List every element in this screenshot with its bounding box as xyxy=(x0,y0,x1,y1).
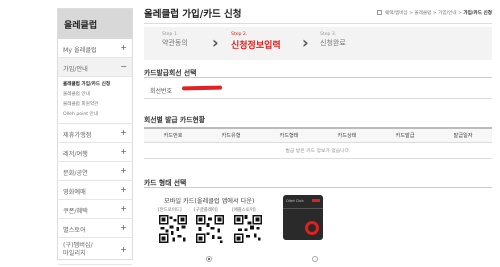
sidebar-subitem-guide[interactable]: 올레클럽 안내 xyxy=(63,90,132,100)
step-label: 신청완료 xyxy=(320,39,346,47)
step-number: Step 3. xyxy=(320,32,337,37)
qr-label-apple: [애플스토어] xyxy=(232,208,256,213)
sidebar-subitem-card-apply[interactable]: 올레클럽 가입/카드 신청 xyxy=(63,80,132,90)
sidebar-item-partners[interactable]: 제휴가맹점 + xyxy=(58,124,132,143)
step-label: 약관동의 xyxy=(162,39,188,47)
column-header: 카드번호 xyxy=(144,128,202,143)
breadcrumb: 쉐택/멤버십 > 올레클럽 > 가입/안내 > 가입/카드 신청 xyxy=(376,10,492,16)
sidebar-item-label: (구)멤버십/ xyxy=(63,242,93,249)
line-number-label: 회선번호 xyxy=(150,88,173,95)
qr-code-icon[interactable] xyxy=(196,215,224,243)
sidebar-item-my-olleh-club[interactable]: My 올레클럽 + xyxy=(58,39,132,58)
plus-icon: + xyxy=(120,245,127,254)
step-1: Step 1. 약관동의 xyxy=(162,32,188,48)
column-header: 카드상태 xyxy=(318,128,376,143)
sidebar-title: 올레클럽 xyxy=(58,9,132,39)
column-header: 카드유형 xyxy=(202,128,260,143)
section-title-card-status: 회선별 발급 카드현황 xyxy=(144,116,206,124)
qr-label-google: [구글플레이] xyxy=(194,208,218,213)
plus-icon: + xyxy=(120,223,127,232)
sidebar-item-coupon[interactable]: 쿠폰/혜택 + xyxy=(58,200,132,219)
qr-code-icon[interactable] xyxy=(234,215,262,243)
home-icon[interactable] xyxy=(376,10,382,15)
card-brand: Olleh Club xyxy=(286,199,304,203)
step-indicator: Step 1. 약관동의 › Step 2. 신청정보입력 › Step 3. … xyxy=(144,27,492,60)
sidebar-item-label-line2: 마일리지 xyxy=(63,250,86,257)
chevron-right-icon: › xyxy=(212,33,219,52)
olleh-club-card-image[interactable]: Olleh Club xyxy=(283,195,323,240)
column-header: 발급일자 xyxy=(434,128,492,143)
sidebar-item-label: 별스토어 xyxy=(63,227,86,234)
sidebar-item-leisure[interactable]: 레저/여행 + xyxy=(58,143,132,162)
olleh-logo-icon xyxy=(305,221,319,235)
plus-icon: + xyxy=(120,128,127,137)
minus-icon: − xyxy=(120,62,127,71)
divider xyxy=(144,77,492,78)
card-stripe xyxy=(283,208,323,209)
sidebar-item-culture[interactable]: 문화/공연 + xyxy=(58,162,132,181)
section-title-card-type: 카드 형태 선택 xyxy=(144,179,187,187)
sidebar-subitem-terms[interactable]: 올레클럽 회원약관 xyxy=(63,100,132,110)
breadcrumb-item[interactable]: 올레클럽 xyxy=(414,11,431,16)
section-title-line-select: 카드발급회선 선택 xyxy=(144,69,197,77)
step-3: Step 3. 신청완료 xyxy=(320,32,346,48)
sidebar-item-label: 쿠폰/혜택 xyxy=(63,208,88,215)
column-header: 카드형태 xyxy=(260,128,318,143)
empty-message: 발급 받은 카드 정보가 없습니다. xyxy=(144,142,492,159)
sidebar-item-label: 레저/여행 xyxy=(63,151,88,158)
breadcrumb-item[interactable]: 쉐택/멤버십 xyxy=(385,11,408,16)
column-header: 카드발급 xyxy=(376,128,434,143)
page-title: 올레클럽 가입/카드 신청 xyxy=(144,9,242,20)
step-label: 신청정보입력 xyxy=(231,41,281,51)
qr-code-icon[interactable] xyxy=(159,215,187,243)
redaction-mark xyxy=(181,85,223,91)
plus-icon: + xyxy=(120,204,127,213)
breadcrumb-current: 가입/카드 신청 xyxy=(463,11,492,16)
chevron-right-icon: › xyxy=(302,33,309,52)
step-number: Step 1. xyxy=(162,32,179,37)
sidebar-item-label: 가입/안내 xyxy=(63,66,88,73)
step-2: Step 2. 신청정보입력 xyxy=(231,32,281,51)
sidebar-item-join-info[interactable]: 가입/안내 − xyxy=(58,58,132,77)
sidebar-subitem-point[interactable]: Olleh point 안내 xyxy=(63,110,132,120)
sidebar-submenu: 올레클럽 가입/카드 신청 올레클럽 안내 올레클럽 회원약관 Olleh po… xyxy=(58,77,132,124)
sidebar-item-label: 문화/공연 xyxy=(63,170,88,177)
qr-label-android: [안드로이드] xyxy=(158,208,182,213)
step-number: Step 2. xyxy=(231,32,248,37)
plus-icon: + xyxy=(120,166,127,175)
table-row: 발급 받은 카드 정보가 없습니다. xyxy=(144,142,492,159)
card-tag xyxy=(312,199,320,202)
plastic-card-radio[interactable] xyxy=(312,256,318,262)
sidebar-item-label: My 올레클럽 xyxy=(63,47,97,54)
mobile-card-radio[interactable] xyxy=(206,256,212,262)
sidebar: 올레클럽 My 올레클럽 + 가입/안내 − 올레클럽 가입/카드 신청 올레클… xyxy=(57,8,133,265)
card-status-table: 카드번호 카드유형 카드형태 카드상태 카드발급 발급일자 발급 받은 카드 정… xyxy=(144,127,492,159)
mobile-card-title: 모바일 카드(올레클럽 앱에서 다운) xyxy=(164,198,255,205)
sidebar-item-movie[interactable]: 영화예매 + xyxy=(58,181,132,200)
divider xyxy=(144,23,492,24)
sidebar-item-label: 제휴가맹점 xyxy=(63,132,92,139)
plus-icon: + xyxy=(120,43,127,52)
plus-icon: + xyxy=(120,185,127,194)
sidebar-item-star-store[interactable]: 별스토어 + xyxy=(58,219,132,238)
plus-icon: + xyxy=(120,147,127,156)
divider xyxy=(144,187,492,188)
sidebar-item-label: 영화예매 xyxy=(63,189,86,196)
sidebar-item-old-membership[interactable]: (구)멤버십/ 마일리지 + xyxy=(58,238,132,265)
breadcrumb-item[interactable]: 가입/안내 xyxy=(438,11,456,16)
